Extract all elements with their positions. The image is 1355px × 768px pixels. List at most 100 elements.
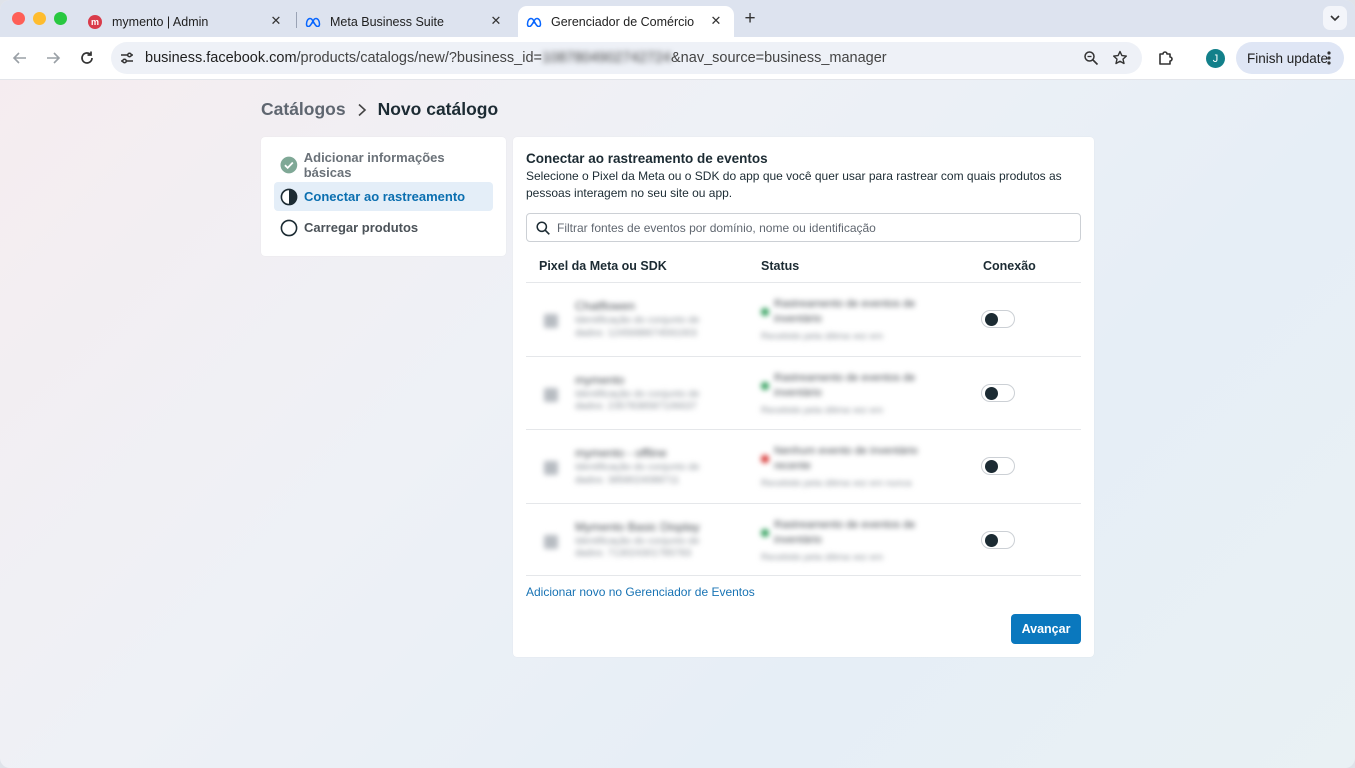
connection-toggle[interactable]	[981, 457, 1015, 475]
arrow-left-icon	[12, 52, 26, 64]
breadcrumb-catalogs-link[interactable]: Catálogos	[261, 99, 346, 120]
step-connect-tracking[interactable]: Conectar ao rastreamento	[274, 182, 493, 211]
table-row: mymento Identificação do conjunto de dad…	[526, 355, 1081, 430]
add-in-events-manager-link[interactable]: Adicionar novo no Gerenciador de Eventos	[526, 585, 755, 599]
status-text: Nenhum evento de inventário recente	[774, 445, 918, 472]
connection-toggle[interactable]	[981, 383, 1015, 402]
connection-toggle[interactable]	[981, 310, 1015, 328]
event-source-search-input[interactable]	[557, 220, 1057, 235]
reload-button[interactable]	[77, 48, 97, 68]
tab-strip: m mymento | Admin ✕ Meta Business Suite …	[0, 0, 1355, 37]
page-title: Novo catálogo	[377, 99, 499, 119]
source-id: Identificação do conjunto de dados: 1245…	[575, 315, 700, 339]
arrow-right-icon	[47, 52, 61, 64]
card-title: Conectar ao rastreamento de eventos	[526, 151, 768, 166]
status-dot	[761, 308, 769, 316]
table-row: mymento - offline Identificação do conju…	[526, 429, 1081, 503]
connection-toggle[interactable]	[981, 530, 1015, 549]
tab-search-button[interactable]	[1323, 6, 1347, 30]
column-header-status: Status	[761, 259, 800, 273]
connect-tracking-card: Conectar ao rastreamento de eventos Sele…	[513, 137, 1094, 657]
toggle-knob	[985, 386, 998, 400]
browser-toolbar: business.facebook.com/products/catalogs/…	[0, 37, 1355, 80]
maximize-window-button[interactable]	[54, 12, 67, 25]
step-label: Conectar ao rastreamento	[304, 189, 466, 204]
url-tail: &nav_source=business_manager	[671, 50, 887, 66]
status-subtext: Recebido pela última vez em nunca	[761, 478, 912, 489]
step-label: Carregar produtos	[304, 220, 419, 235]
source-name: Mymento Basic Display	[575, 519, 700, 534]
check-circle-icon	[280, 156, 298, 173]
finish-update-button[interactable]: Finish update	[1236, 42, 1344, 74]
profile-avatar[interactable]: J	[1206, 49, 1225, 68]
status-text: Rastreamento de eventos de inventário	[774, 518, 916, 546]
bookmark-star-icon[interactable]	[1112, 50, 1128, 66]
source-id: Identificação do conjunto de dados: 3858…	[575, 462, 700, 486]
close-window-button[interactable]	[12, 12, 25, 25]
status-text: Rastreamento de eventos de inventário	[774, 371, 916, 399]
url-text: business.facebook.com/products/catalogs/…	[145, 50, 887, 66]
zoom-icon[interactable]	[1083, 50, 1099, 66]
tab-gerenciador-de-comercio[interactable]: Gerenciador de Comércio ✕	[518, 6, 734, 37]
pixel-icon	[544, 534, 558, 549]
table-row: Mymento Basic Display Identificação do c…	[526, 502, 1081, 576]
tab-title: Meta Business Suite	[330, 14, 444, 29]
step-basic-info[interactable]: Adicionar informações básicas	[274, 149, 493, 180]
tab-mymento-admin[interactable]: m mymento | Admin ✕	[78, 6, 294, 37]
profile-initial: J	[1212, 52, 1219, 65]
status-dot	[761, 528, 769, 537]
step-upload-products[interactable]: Carregar produtos	[274, 213, 493, 242]
address-bar[interactable]: business.facebook.com/products/catalogs/…	[111, 42, 1142, 74]
source-id: Identificação do conjunto de dados: 7130…	[575, 535, 700, 560]
finish-update-label: Finish update	[1247, 50, 1329, 66]
toggle-knob	[985, 533, 998, 547]
minimize-window-button[interactable]	[33, 12, 46, 25]
empty-circle-icon	[280, 219, 298, 236]
event-source-filter[interactable]	[526, 213, 1081, 242]
site-settings-icon[interactable]	[119, 50, 135, 66]
meta-icon	[305, 14, 321, 30]
tab-title: Gerenciador de Comércio	[551, 14, 695, 29]
chevron-right-icon	[356, 103, 368, 117]
url-host: business.facebook.com	[145, 50, 297, 66]
status-dot	[761, 455, 769, 463]
step-label: Adicionar informações básicas	[303, 149, 445, 180]
mymento-icon: m	[87, 14, 103, 30]
column-header-source: Pixel da Meta ou SDK	[539, 259, 667, 273]
more-vertical-icon	[1327, 51, 1331, 65]
status-subtext: Recebido pela última vez em	[761, 551, 883, 563]
meta-icon	[526, 14, 542, 30]
extensions-puzzle-icon[interactable]	[1156, 48, 1176, 68]
pixel-icon	[544, 387, 558, 402]
browser-window: m mymento | Admin ✕ Meta Business Suite …	[0, 0, 1355, 768]
half-circle-progress-icon	[280, 188, 298, 205]
redacted-row-content: mymento - offline Identificação do conju…	[526, 430, 946, 502]
tab-meta-business-suite[interactable]: Meta Business Suite ✕	[298, 6, 514, 37]
toggle-knob	[985, 460, 998, 473]
table-row: Chatflowen Identificação do conjunto de …	[526, 282, 1081, 356]
tab-title: mymento | Admin	[112, 14, 209, 29]
reload-icon	[81, 51, 93, 64]
source-name: mymento	[575, 372, 625, 387]
close-tab-icon[interactable]: ✕	[268, 13, 284, 29]
close-tab-icon[interactable]: ✕	[708, 13, 724, 29]
breadcrumb: Catálogos Novo catálogo	[261, 99, 498, 120]
pixel-icon	[544, 461, 558, 475]
back-button[interactable]	[10, 48, 30, 68]
status-subtext: Recebido pela última vez em	[761, 404, 883, 416]
url-redacted-id: 1087804902742724	[541, 50, 672, 66]
search-icon	[536, 220, 550, 235]
status-dot	[761, 381, 769, 390]
status-subtext: Recebido pela última vez em	[761, 331, 883, 342]
column-header-connection: Conexão	[983, 259, 1036, 273]
advance-button[interactable]: Avançar	[1011, 614, 1081, 644]
tab-separator	[296, 12, 297, 28]
source-name: mymento - offline	[575, 446, 667, 460]
forward-button[interactable]	[43, 48, 63, 68]
close-tab-icon[interactable]: ✕	[488, 13, 504, 29]
chevron-down-icon	[1330, 15, 1340, 22]
card-description: Selecione o Pixel da Meta ou o SDK do ap…	[526, 169, 1062, 200]
event-sources-table: Chatflowen Identificação do conjunto de …	[526, 282, 1081, 576]
new-tab-button[interactable]: +	[740, 8, 760, 30]
redacted-row-content: Mymento Basic Display Identificação do c…	[526, 504, 946, 576]
